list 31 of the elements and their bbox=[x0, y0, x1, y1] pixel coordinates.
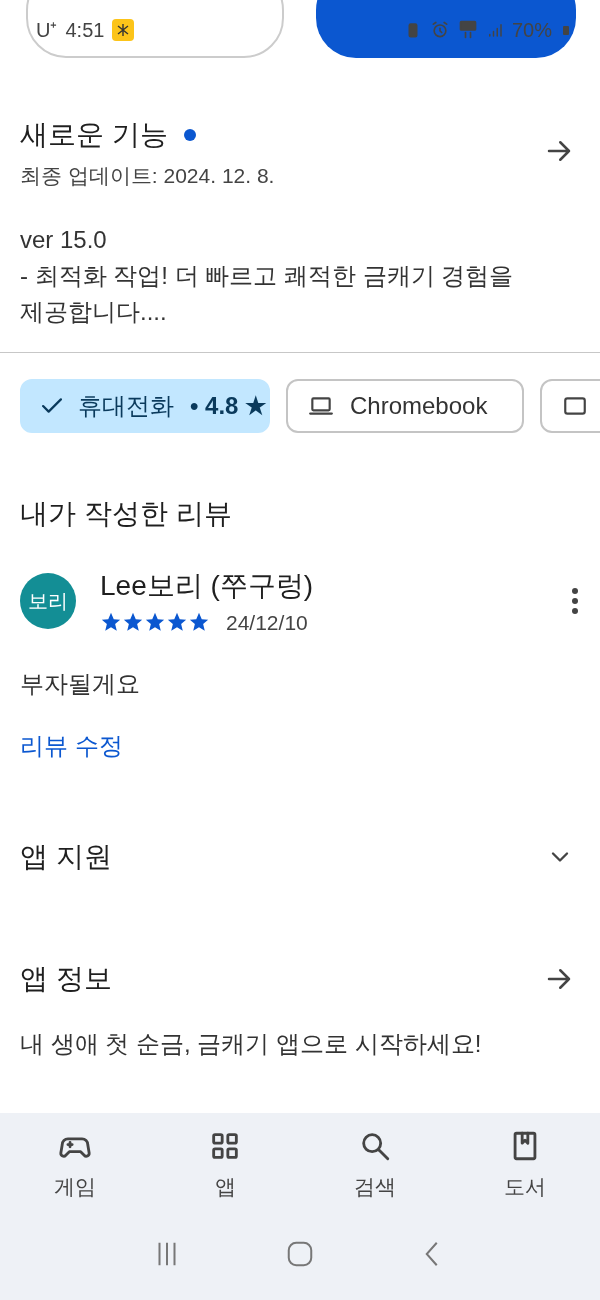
star-icon bbox=[100, 611, 122, 634]
nav-tab[interactable]: 앱 bbox=[175, 1129, 275, 1203]
version-text: ver 15.0 bbox=[20, 224, 108, 255]
device-chip[interactable]: Chromebook bbox=[286, 378, 524, 433]
avatar: 보리 bbox=[20, 573, 76, 630]
device-chip[interactable]: 휴대전화 • 4.8 ★ bbox=[20, 378, 270, 433]
review-text: 부자될게요 bbox=[20, 669, 141, 699]
author-name: Lee보리 (쭈구렁) bbox=[100, 568, 315, 603]
edit-review-link[interactable]: 리뷰 수정 bbox=[20, 728, 123, 764]
clock-text: 4:51 bbox=[65, 18, 105, 43]
carrier-text: U⁺ bbox=[36, 18, 58, 43]
star-icon bbox=[166, 611, 188, 634]
app-notification-icon bbox=[112, 19, 135, 41]
battery-percent-text: 70% bbox=[511, 18, 552, 43]
star-icon bbox=[188, 611, 210, 634]
update-date-text: 최종 업데이트: 2024. 12. 8. bbox=[20, 163, 276, 189]
nav-tab[interactable]: 검색 bbox=[325, 1129, 425, 1203]
nav-tab[interactable]: 게임 bbox=[25, 1129, 125, 1203]
star-icon bbox=[122, 611, 144, 634]
section-title: 앱 정보 bbox=[20, 962, 113, 996]
check-icon bbox=[42, 398, 62, 413]
star-icon bbox=[144, 611, 166, 634]
review-date: 24/12/10 bbox=[226, 609, 308, 636]
section-title: 내가 작성한 리뷰 bbox=[20, 496, 233, 531]
app-description: 내 생애 첫 순금, 금캐기 앱으로 시작하세요! bbox=[20, 1029, 483, 1059]
section-title: 새로운 기능 bbox=[20, 118, 168, 152]
release-notes-text: - 최적화 작업! 더 빠르고 쾌적한 금캐기 경험을 제공합니다.... bbox=[20, 260, 515, 327]
new-indicator-dot bbox=[183, 129, 196, 141]
nav-tab[interactable]: 도서 bbox=[475, 1129, 575, 1203]
section-title: 앱 지원 bbox=[20, 840, 113, 874]
more-options-icon[interactable] bbox=[570, 587, 580, 616]
